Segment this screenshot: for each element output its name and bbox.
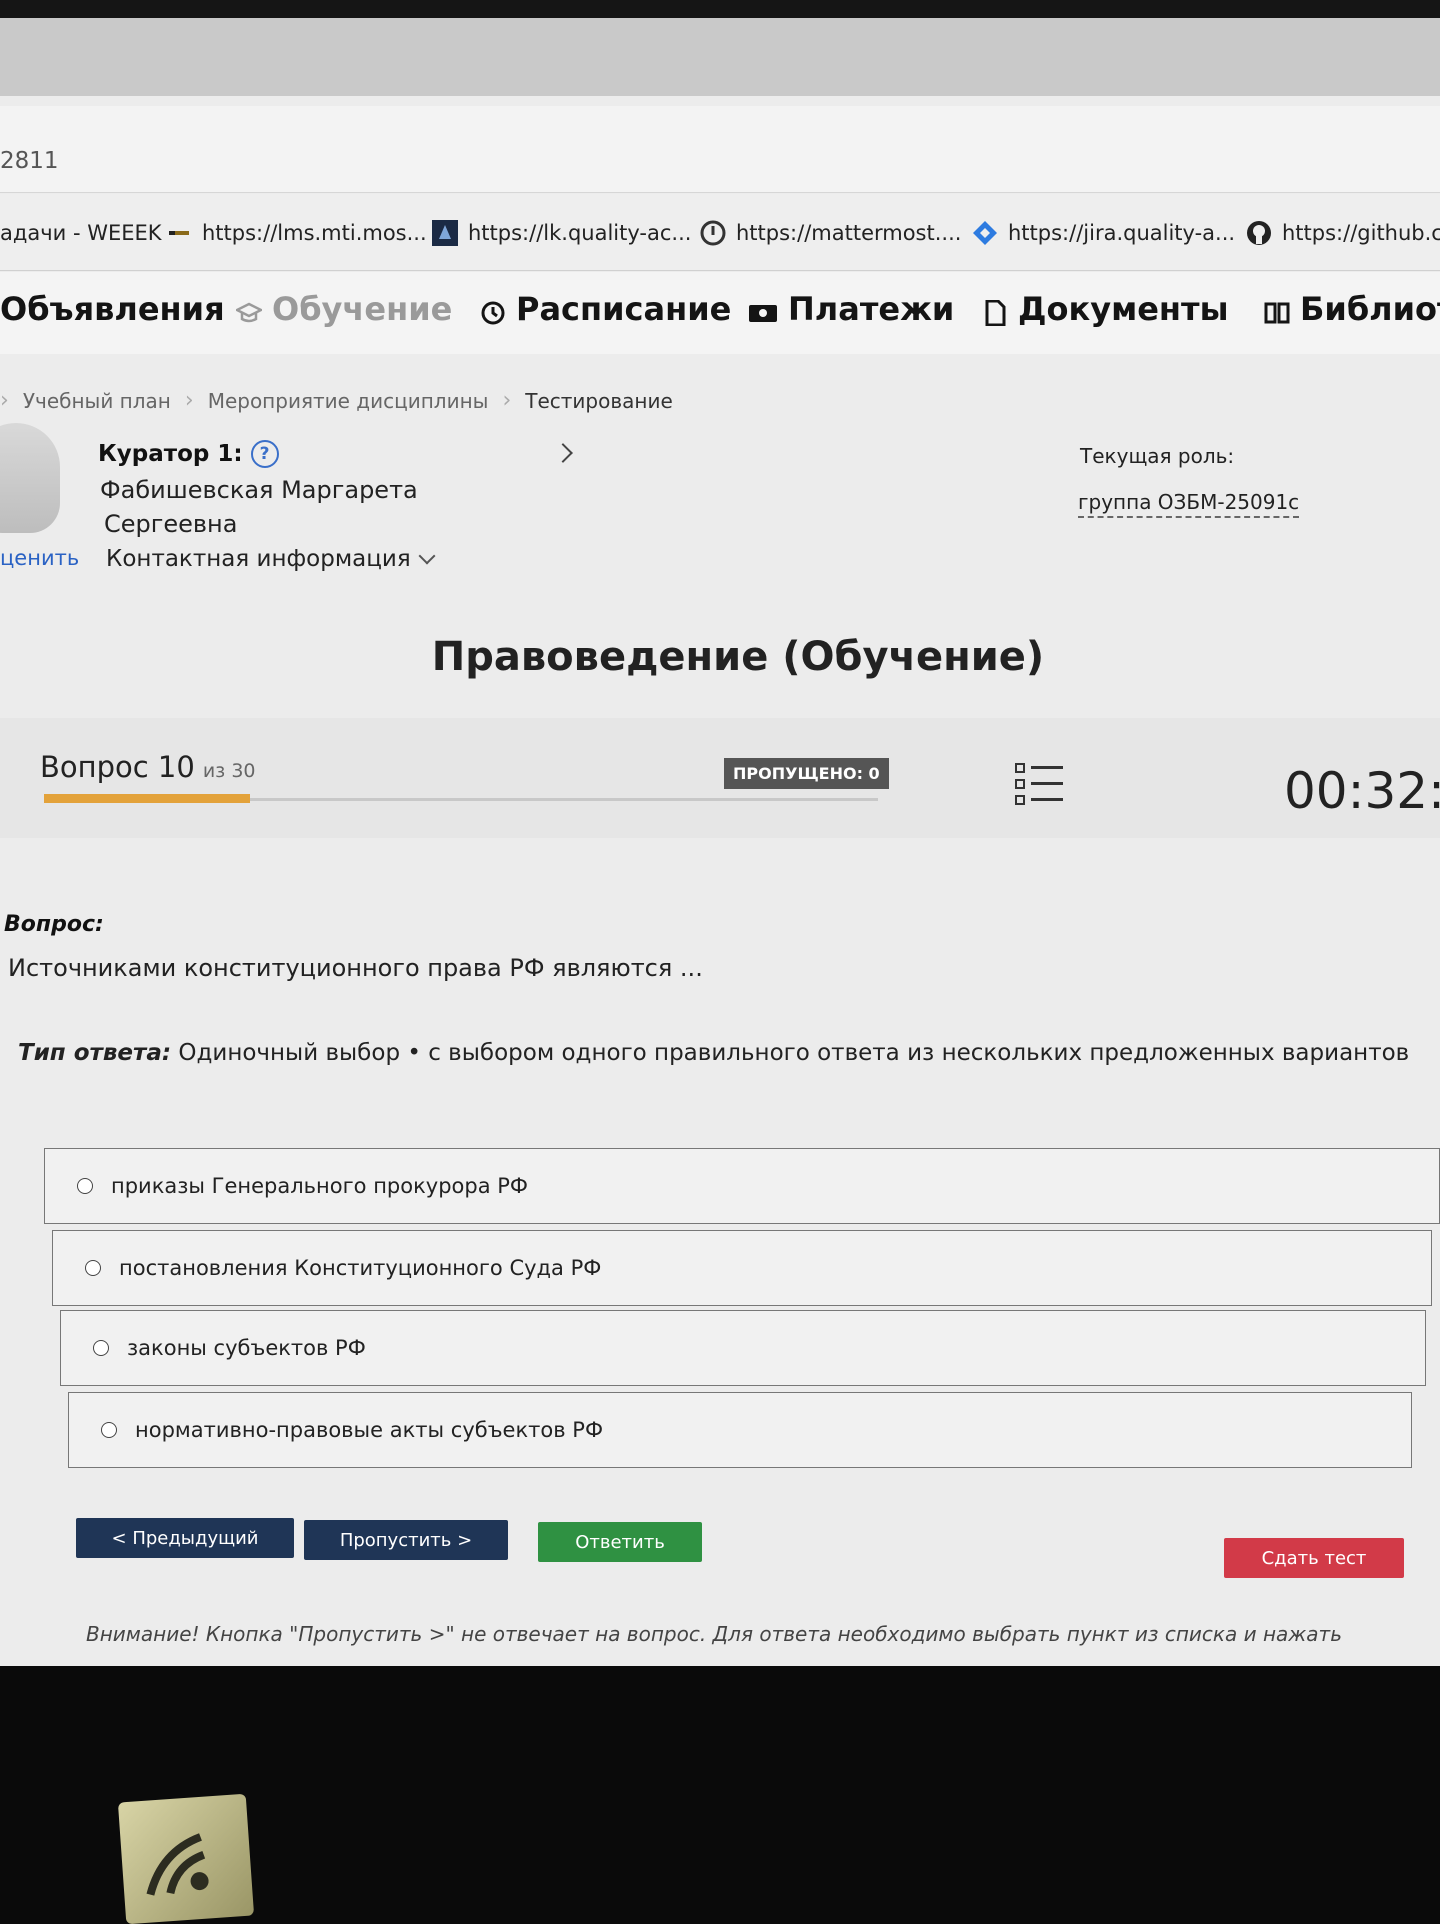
previous-button[interactable]: < Предыдущий bbox=[76, 1518, 294, 1558]
nav-documents[interactable]: Документы bbox=[982, 290, 1229, 328]
nav-label: Платежи bbox=[788, 290, 955, 328]
address-url[interactable]: 2811 bbox=[0, 148, 59, 174]
wallet-icon bbox=[748, 296, 778, 322]
mattermost-icon bbox=[700, 220, 726, 246]
chevron-right-icon[interactable] bbox=[553, 443, 573, 463]
main-nav: Объявления Обучение Расписание Платежи Д… bbox=[0, 272, 1440, 354]
bookmark-label: https://jira.quality-a... bbox=[1008, 221, 1236, 245]
bookmark-lms[interactable]: https://lms.mti.mos... bbox=[166, 218, 427, 248]
progress-bar bbox=[44, 794, 878, 803]
option-label: законы субъектов РФ bbox=[127, 1336, 366, 1360]
answer-option[interactable]: постановления Конституционного Суда РФ bbox=[52, 1230, 1432, 1306]
document-icon bbox=[982, 296, 1008, 327]
radio-button[interactable] bbox=[93, 1340, 109, 1356]
nav-label: Объявления bbox=[0, 290, 225, 328]
skip-button[interactable]: Пропустить > bbox=[304, 1520, 508, 1560]
curator-patronymic: Сергеевна bbox=[104, 510, 238, 538]
bookmark-jira[interactable]: https://jira.quality-a... bbox=[972, 218, 1235, 248]
timer: 00:32:4 bbox=[1284, 762, 1440, 820]
bookmark-quality[interactable]: https://lk.quality-ac... bbox=[432, 218, 691, 248]
nav-label: Обучение bbox=[272, 290, 453, 328]
question-list-icon[interactable] bbox=[1015, 762, 1065, 808]
bookmark-github[interactable]: https://github.co bbox=[1246, 218, 1440, 248]
curator-label-text: Куратор 1: bbox=[98, 441, 243, 467]
radio-button[interactable] bbox=[101, 1422, 117, 1438]
nav-payments[interactable]: Платежи bbox=[748, 290, 954, 328]
book-icon bbox=[1264, 296, 1290, 324]
radio-button[interactable] bbox=[85, 1260, 101, 1276]
address-bar[interactable]: 2811 bbox=[0, 106, 1440, 193]
answer-type-label: Тип ответа: bbox=[18, 1040, 172, 1066]
skipped-badge: ПРОПУЩЕНО: 0 bbox=[724, 758, 889, 789]
progress-fill bbox=[44, 794, 250, 803]
nav-learning[interactable]: Обучение bbox=[234, 290, 453, 328]
bookmark-weeek[interactable]: адачи - WEEEK bbox=[0, 218, 162, 248]
question-label: Вопрос: bbox=[4, 912, 104, 937]
github-icon bbox=[1246, 220, 1272, 246]
answer-type: Тип ответа: Одиночный выбор • с выбором … bbox=[18, 1040, 1409, 1066]
breadcrumb-item[interactable]: Мероприятие дисциплины bbox=[208, 389, 489, 413]
current-role-selector[interactable]: группа ОЗБМ-25091с bbox=[1078, 490, 1300, 518]
bookmark-mattermost[interactable]: https://mattermost.... bbox=[700, 218, 961, 248]
answer-option[interactable]: законы субъектов РФ bbox=[60, 1310, 1426, 1386]
radio-button[interactable] bbox=[77, 1178, 93, 1194]
breadcrumb-current: Тестирование bbox=[525, 388, 673, 413]
lms-icon bbox=[166, 220, 192, 246]
rate-link[interactable]: ценить bbox=[0, 546, 79, 570]
nav-announcements[interactable]: Объявления bbox=[0, 290, 225, 328]
desk-cube bbox=[117, 1793, 255, 1924]
nav-label: Библиот bbox=[1300, 290, 1440, 328]
bookmark-label: адачи - WEEEK bbox=[0, 221, 162, 245]
option-label: нормативно-правовые акты субъектов РФ bbox=[135, 1418, 604, 1442]
page-title: Правоведение (Обучение) bbox=[431, 634, 1045, 680]
breadcrumb: › Учебный план › Мероприятие дисциплины … bbox=[0, 388, 673, 413]
nav-label: Документы bbox=[1018, 290, 1229, 328]
skip-warning: Внимание! Кнопка "Пропустить >" не отвеч… bbox=[86, 1622, 1342, 1646]
answer-button[interactable]: Ответить bbox=[538, 1522, 702, 1562]
monitor-bezel-top bbox=[0, 0, 1440, 20]
answer-option[interactable]: нормативно-правовые акты субъектов РФ bbox=[68, 1392, 1412, 1468]
quiz-header: Вопрос 10 из 30 ПРОПУЩЕНО: 0 00:32:4 bbox=[0, 718, 1440, 838]
contact-info-label: Контактная информация bbox=[106, 546, 411, 572]
cube-logo-icon bbox=[146, 1833, 209, 1896]
screen: 2811 адачи - WEEEK https://lms.mti.mos..… bbox=[0, 18, 1440, 1666]
question-total: из 30 bbox=[202, 760, 256, 782]
bookmark-label: https://github.co bbox=[1282, 221, 1440, 245]
current-role-label: Текущая роль: bbox=[1080, 444, 1235, 468]
option-label: приказы Генерального прокурора РФ bbox=[111, 1174, 529, 1198]
graduation-cap-icon bbox=[234, 296, 264, 323]
nav-library[interactable]: Библиот bbox=[1264, 290, 1440, 328]
bookmark-label: https://lk.quality-ac... bbox=[468, 221, 692, 245]
curator-label: Куратор 1: ? bbox=[98, 440, 279, 468]
browser-tab-strip bbox=[0, 18, 1440, 96]
option-label: постановления Конституционного Суда РФ bbox=[119, 1256, 602, 1280]
bookmark-label: https://mattermost.... bbox=[736, 221, 962, 245]
question-counter: Вопрос 10 из 30 bbox=[40, 750, 256, 784]
answer-type-value: Одиночный выбор • с выбором одного прави… bbox=[178, 1040, 1410, 1066]
question-number: Вопрос 10 bbox=[40, 750, 195, 784]
contact-info-toggle[interactable]: Контактная информация bbox=[106, 546, 436, 572]
nav-schedule[interactable]: Расписание bbox=[480, 290, 731, 328]
nav-label: Расписание bbox=[516, 290, 732, 328]
clock-icon bbox=[480, 296, 506, 325]
jira-icon bbox=[972, 220, 998, 246]
submit-test-button[interactable]: Сдать тест bbox=[1224, 1538, 1404, 1578]
quality-icon bbox=[432, 220, 458, 246]
help-icon[interactable]: ? bbox=[250, 440, 279, 468]
breadcrumb-item[interactable]: Учебный план bbox=[23, 389, 171, 413]
chevron-down-icon bbox=[418, 547, 436, 565]
bookmarks-bar: адачи - WEEEK https://lms.mti.mos... htt… bbox=[0, 194, 1440, 271]
question-text: Источниками конституционного права РФ яв… bbox=[8, 954, 703, 982]
avatar bbox=[0, 423, 60, 533]
answer-option[interactable]: приказы Генерального прокурора РФ bbox=[44, 1148, 1440, 1224]
bookmark-label: https://lms.mti.mos... bbox=[202, 221, 427, 245]
curator-name: Фабишевская Маргарета bbox=[100, 476, 418, 504]
